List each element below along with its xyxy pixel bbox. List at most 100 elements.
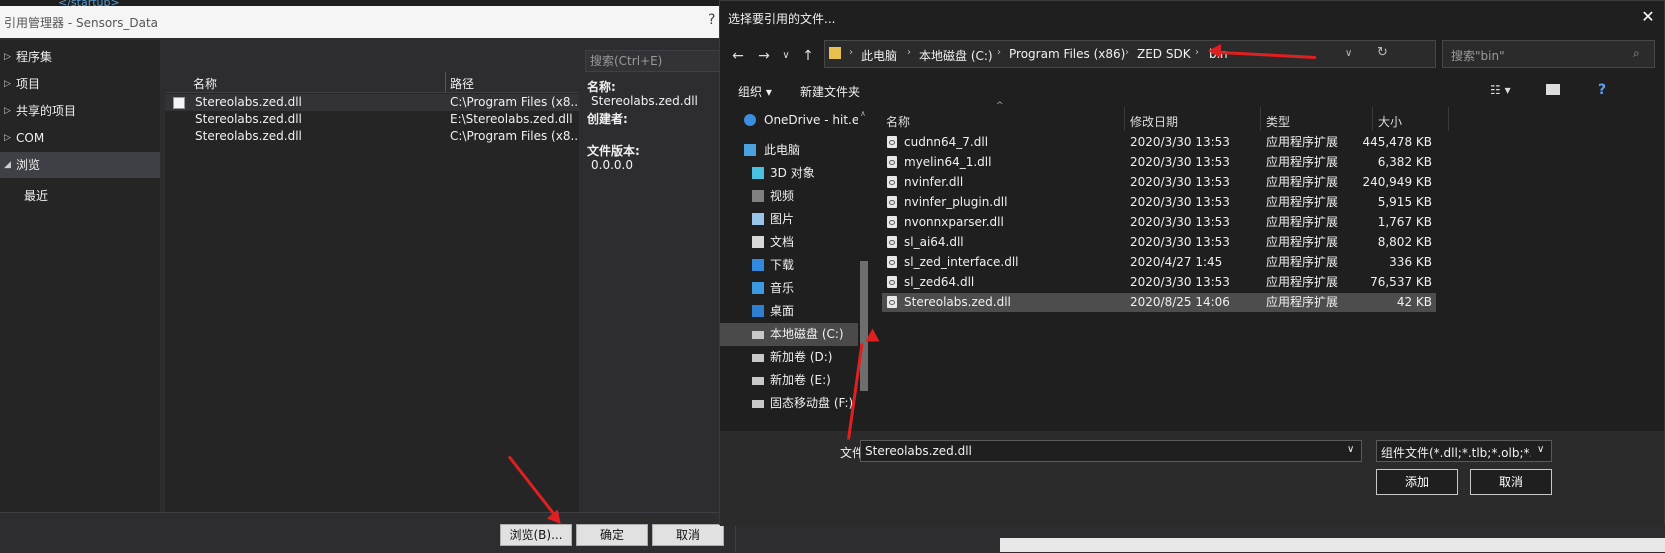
search-input[interactable]: 搜索"bin" ⌕ <box>1442 40 1655 68</box>
file-size: 5,915 KB <box>1377 195 1432 209</box>
tree-item-downloads[interactable]: 下载 <box>720 254 858 277</box>
file-row-selected[interactable]: Stereolabs.zed.dll 2020/8/25 14:06 应用程序扩展 4… <box>882 293 1436 312</box>
breadcrumb-c-drive[interactable]: 本地磁盘 (C:) <box>919 47 993 64</box>
new-folder-button[interactable]: 新建文件夹 <box>800 83 860 100</box>
file-row[interactable]: sl_ai64.dll 2020/3/30 13:53 应用程序扩展 8,802 KB <box>882 233 1436 252</box>
help-icon[interactable]: ? <box>1598 82 1606 98</box>
preview-pane-icon[interactable] <box>1546 84 1560 95</box>
drive-icon <box>752 331 764 339</box>
tree-item-3d-objects[interactable]: 3D 对象 <box>720 162 858 185</box>
file-row[interactable]: sl_zed64.dll 2020/3/30 13:53 应用程序扩展 76,537 … <box>882 273 1436 292</box>
nav-item-projects[interactable]: ▷ 项目 <box>0 71 160 97</box>
tree-scrollbar[interactable]: ∧ ∨ <box>858 107 870 454</box>
file-type: 应用程序扩展 <box>1266 235 1339 249</box>
filetype-value: 组件文件(*.dll;*.tlb;*.olb;*.ocx; <box>1381 446 1531 460</box>
reference-list: 名称 路径 Stereolabs.zed.dll C:\Program File… <box>165 72 579 512</box>
reference-row[interactable]: Stereolabs.zed.dll E:\Stereolabs.zed.dll <box>165 111 579 128</box>
close-icon[interactable]: ✕ <box>1638 7 1658 26</box>
refresh-icon[interactable]: ↻ <box>1377 45 1388 60</box>
scroll-up-icon[interactable]: ∧ <box>860 109 866 118</box>
breadcrumb-program-files[interactable]: Program Files (x86) <box>1009 47 1125 61</box>
tree-item-documents[interactable]: 文档 <box>720 231 858 254</box>
tree-item-onedrive[interactable]: OneDrive - hit.ed <box>720 109 867 132</box>
computer-icon <box>744 144 756 156</box>
file-name: Stereolabs.zed.dll <box>904 295 1011 309</box>
organize-button[interactable]: 组织 ▾ <box>738 83 772 100</box>
scrollbar-thumb[interactable] <box>860 261 868 391</box>
filename-combobox[interactable]: Stereolabs.zed.dll ∨ <box>860 440 1362 462</box>
chevron-down-icon[interactable]: ∨ <box>1537 444 1549 455</box>
column-header-date[interactable]: 修改日期 <box>1130 113 1178 130</box>
chevron-down-icon[interactable]: ∨ <box>1347 444 1354 455</box>
tree-item-d-drive[interactable]: 新加卷 (D:) <box>720 346 858 369</box>
nav-item-assemblies[interactable]: ▷ 程序集 <box>0 44 160 70</box>
up-arrow-icon[interactable]: ↑ <box>798 48 818 64</box>
column-header-type[interactable]: 类型 <box>1266 113 1290 130</box>
reference-path: C:\Program Files (x8... <box>450 95 578 109</box>
column-header-path[interactable]: 路径 <box>450 75 474 92</box>
file-name: myelin64_1.dll <box>904 155 992 169</box>
folder-tree: OneDrive - hit.ed 此电脑 3D 对象 视频 图片 文档 下载 … <box>720 107 870 454</box>
file-row[interactable]: myelin64_1.dll 2020/3/30 13:53 应用程序扩展 6,382… <box>882 153 1436 172</box>
tree-item-videos[interactable]: 视频 <box>720 185 858 208</box>
tree-label: OneDrive - hit.ed <box>764 113 867 127</box>
column-separator[interactable] <box>1124 107 1125 131</box>
tree-item-this-pc[interactable]: 此电脑 <box>720 139 858 162</box>
reference-name: Stereolabs.zed.dll <box>195 112 302 126</box>
ok-button[interactable]: 确定 <box>576 524 648 546</box>
nav-item-recent[interactable]: 最近 <box>0 183 160 209</box>
file-row[interactable]: nvinfer_plugin.dll 2020/3/30 13:53 应用程序扩展 5… <box>882 193 1436 212</box>
recent-locations-icon[interactable]: ∨ <box>776 50 796 61</box>
reference-row[interactable]: Stereolabs.zed.dll C:\Program Files (x8.… <box>165 94 579 111</box>
file-date: 2020/3/30 13:53 <box>1130 275 1230 289</box>
tree-item-music[interactable]: 音乐 <box>720 277 858 300</box>
tree-item-pictures[interactable]: 图片 <box>720 208 858 231</box>
cancel-button[interactable]: 取消 <box>1470 469 1552 495</box>
file-row[interactable]: sl_zed_interface.dll 2020/4/27 1:45 应用程序扩展… <box>882 253 1436 272</box>
detail-creator-label: 创建者: <box>587 112 628 126</box>
file-row[interactable]: cudnn64_7.dll 2020/3/30 13:53 应用程序扩展 445,47… <box>882 133 1436 152</box>
tree-label: 此电脑 <box>764 143 801 157</box>
breadcrumb-this-pc[interactable]: 此电脑 <box>861 47 897 64</box>
file-dialog-title: 选择要引用的文件... <box>728 12 836 26</box>
add-button[interactable]: 添加 <box>1376 469 1458 495</box>
column-separator[interactable] <box>1260 107 1261 131</box>
reference-checkbox[interactable] <box>173 97 185 109</box>
tree-item-desktop[interactable]: 桌面 <box>720 300 858 323</box>
tree-label: 下载 <box>770 258 795 272</box>
breadcrumb-separator: › <box>849 47 853 58</box>
help-icon[interactable]: ? <box>708 12 715 28</box>
file-size: 42 KB <box>1396 295 1432 309</box>
chevron-down-icon[interactable]: ∨ <box>1345 48 1352 59</box>
file-row[interactable]: nvonnxparser.dll 2020/3/30 13:53 应用程序扩展 1,7… <box>882 213 1436 232</box>
address-bar[interactable]: › 此电脑 › 本地磁盘 (C:) › Program Files (x86) … <box>824 40 1436 68</box>
tree-item-f-drive[interactable]: 固态移动盘 (F:) <box>720 392 858 415</box>
column-separator[interactable] <box>1448 107 1449 131</box>
tree-label: 新加卷 (D:) <box>770 350 833 364</box>
tree-item-c-drive[interactable]: 本地磁盘 (C:) <box>720 323 858 346</box>
nav-item-shared-projects[interactable]: ▷ 共享的项目 <box>0 98 160 124</box>
column-header-size[interactable]: 大小 <box>1378 113 1402 130</box>
column-separator[interactable] <box>1372 107 1373 131</box>
file-date: 2020/3/30 13:53 <box>1130 155 1230 169</box>
back-arrow-icon[interactable]: ← <box>728 48 748 64</box>
cancel-button[interactable]: 取消 <box>652 524 724 546</box>
reference-row[interactable]: Stereolabs.zed.dll C:\Program Files (x8.… <box>165 128 579 145</box>
collapse-icon: ◢ <box>4 160 11 170</box>
nav-item-com[interactable]: ▷ COM <box>0 125 160 151</box>
column-header-name[interactable]: 名称 <box>886 113 910 130</box>
file-name: cudnn64_7.dll <box>904 135 989 149</box>
column-separator[interactable] <box>445 72 446 92</box>
forward-arrow-icon[interactable]: → <box>754 48 774 64</box>
tree-item-e-drive[interactable]: 新加卷 (E:) <box>720 369 858 392</box>
filetype-select[interactable]: 组件文件(*.dll;*.tlb;*.olb;*.ocx; ∨ <box>1376 440 1552 462</box>
breadcrumb-zed-sdk[interactable]: ZED SDK <box>1137 47 1191 61</box>
view-options-icon[interactable]: ☷ ▾ <box>1490 83 1511 97</box>
file-row[interactable]: nvinfer.dll 2020/3/30 13:53 应用程序扩展 240,949 … <box>882 173 1436 192</box>
browse-button[interactable]: 浏览(B)... <box>500 524 572 546</box>
column-header-name[interactable]: 名称 <box>193 75 217 92</box>
reference-search-input[interactable]: 搜索(Ctrl+E) <box>585 50 732 72</box>
nav-label: 浏览 <box>16 158 41 172</box>
nav-item-browse[interactable]: ◢ 浏览 <box>0 152 160 178</box>
dll-file-icon <box>887 296 897 308</box>
